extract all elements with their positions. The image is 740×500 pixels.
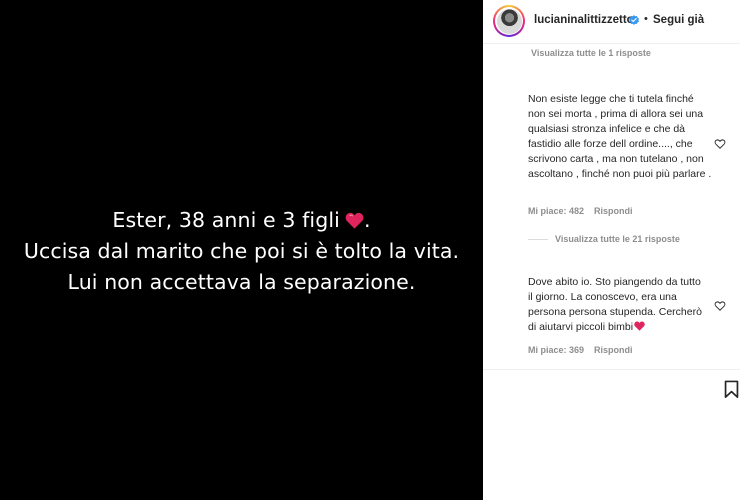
post-media[interactable]: Ester, 38 anni e 3 figli. Uccisa dal mar… xyxy=(0,0,483,500)
post-line-1: Ester, 38 anni e 3 figli. xyxy=(112,207,371,232)
heart-emoji-icon xyxy=(634,321,645,331)
post-sidebar: lucianinalittizzetto • Segui già Visuali… xyxy=(483,0,740,500)
view-replies-button[interactable]: Visualizza tutte le 21 risposte xyxy=(528,234,680,244)
post-line-2: Uccisa dal marito che poi si è tolto la … xyxy=(23,238,460,263)
actions-divider xyxy=(483,369,740,370)
comments-list[interactable]: Visualizza tutte le 1 risposte Non esist… xyxy=(483,44,740,369)
comment-meta: Mi piace: 482 Rispondi xyxy=(528,206,633,216)
comment-meta: Mi piace: 369 Rispondi xyxy=(528,345,633,355)
post-line-3: Lui non accettava la separazione. xyxy=(67,269,416,294)
comment-body: Dove abito io. Sto piangendo da tutto il… xyxy=(528,276,702,333)
like-heart-icon[interactable] xyxy=(714,300,726,312)
comment-text: Non esiste legge che ti tutela finché no… xyxy=(528,93,712,180)
reply-button[interactable]: Rispondi xyxy=(594,345,633,355)
post-header: lucianinalittizzetto • Segui già xyxy=(483,0,740,44)
like-heart-icon[interactable] xyxy=(714,138,726,150)
post-caption-overlay: Ester, 38 anni e 3 figli. Uccisa dal mar… xyxy=(24,205,459,298)
avatar[interactable] xyxy=(493,5,525,37)
comment-likes[interactable]: Mi piace: 369 xyxy=(528,345,584,355)
replies-divider xyxy=(528,239,548,241)
following-button[interactable]: Segui già xyxy=(653,14,704,26)
view-replies-label: Visualizza tutte le 21 risposte xyxy=(555,234,680,244)
view-replies-button[interactable]: Visualizza tutte le 1 risposte xyxy=(531,48,651,58)
reply-button[interactable]: Rispondi xyxy=(594,206,633,216)
comment-text: Dove abito io. Sto piangendo da tutto il… xyxy=(528,275,708,335)
header-separator: • xyxy=(644,13,648,25)
bookmark-icon[interactable] xyxy=(723,380,740,399)
heart-emoji-icon xyxy=(345,212,364,229)
view-replies-label: Visualizza tutte le 1 risposte xyxy=(531,48,651,58)
verified-icon xyxy=(629,15,639,25)
profile-photo xyxy=(496,8,522,34)
comment-likes[interactable]: Mi piace: 482 xyxy=(528,206,584,216)
username-link[interactable]: lucianinalittizzetto xyxy=(534,14,634,26)
